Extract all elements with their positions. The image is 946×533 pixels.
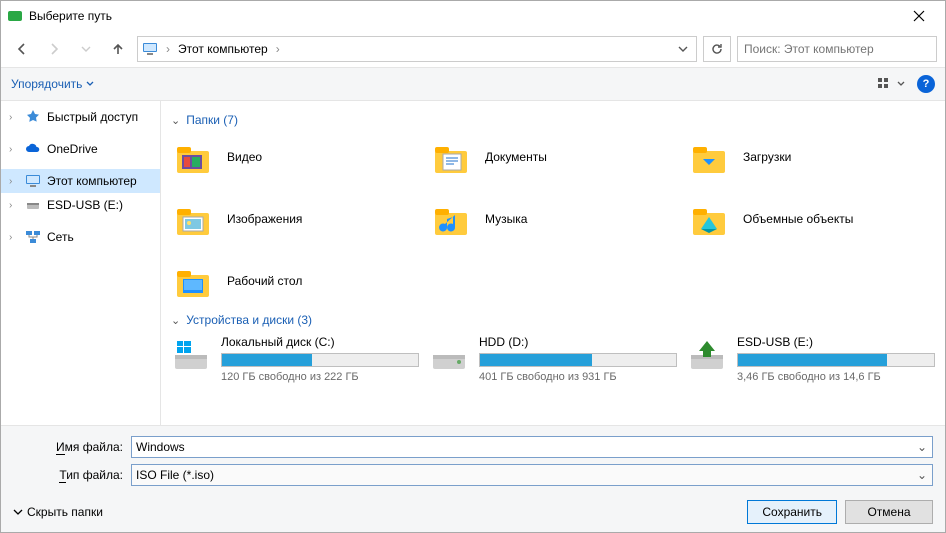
folder-label: Музыка (485, 212, 527, 226)
footer: Имя файла: ⌄ Тип файла: ⌄ Скрыть папки С… (1, 425, 945, 532)
folder-icon (687, 137, 731, 177)
group-header-folders[interactable]: ⌄ Папки (7) (171, 113, 935, 127)
folder-icon (171, 137, 215, 177)
hide-folders-toggle[interactable]: Скрыть папки (13, 505, 103, 519)
hide-folders-label: Скрыть папки (27, 505, 103, 519)
filename-label: Имя файла: (13, 440, 123, 454)
folder-label: Изображения (227, 212, 302, 226)
folder-icon (429, 137, 473, 177)
up-button[interactable] (105, 36, 131, 62)
drive-usage-bar (479, 353, 677, 367)
drive-icon (171, 335, 211, 375)
group-title: Устройства и диски (3) (186, 313, 312, 327)
sidebar: › Быстрый доступ › OneDrive › Этот компь… (1, 101, 161, 425)
refresh-button[interactable] (703, 36, 731, 62)
folder-icon (687, 199, 731, 239)
address-dropdown[interactable] (674, 44, 692, 54)
breadcrumb-item[interactable]: Этот компьютер (178, 42, 268, 56)
drive-free-text: 120 ГБ свободно из 222 ГБ (221, 371, 419, 383)
expand-icon: › (9, 112, 19, 123)
sidebar-item-label: Этот компьютер (47, 174, 137, 188)
close-button[interactable] (899, 2, 939, 30)
folder-icon (171, 199, 215, 239)
sidebar-item-usb[interactable]: › ESD-USB (E:) (1, 193, 160, 217)
drive-item[interactable]: Локальный диск (C:) 120 ГБ свободно из 22… (171, 335, 419, 383)
filename-input[interactable] (131, 436, 933, 458)
help-button[interactable]: ? (917, 75, 935, 93)
view-options-button[interactable] (878, 77, 905, 91)
chevron-down-icon: ⌄ (171, 314, 180, 327)
network-icon (25, 229, 41, 245)
drive-free-text: 3,46 ГБ свободно из 14,6 ГБ (737, 371, 935, 383)
window-title: Выберите путь (29, 9, 112, 23)
sidebar-item-label: Быстрый доступ (47, 110, 138, 124)
search-box[interactable] (737, 36, 937, 62)
drive-free-text: 401 ГБ свободно из 931 ГБ (479, 371, 677, 383)
drive-icon (687, 335, 727, 375)
drive-name: HDD (D:) (479, 335, 677, 349)
group-title: Папки (7) (186, 113, 238, 127)
search-input[interactable] (744, 42, 930, 56)
sidebar-item-label: Сеть (47, 230, 74, 244)
drive-name: ESD-USB (E:) (737, 335, 935, 349)
expand-icon: › (9, 176, 19, 187)
back-button[interactable] (9, 36, 35, 62)
content-pane: ⌄ Папки (7) Видео Документы Загрузки Изобра… (161, 101, 945, 425)
address-bar[interactable]: › Этот компьютер › (137, 36, 697, 62)
organize-label: Упорядочить (11, 77, 82, 91)
chevron-right-icon: › (276, 42, 280, 56)
group-header-drives[interactable]: ⌄ Устройства и диски (3) (171, 313, 935, 327)
folder-item[interactable]: Документы (429, 135, 677, 179)
drive-usage-bar (221, 353, 419, 367)
expand-icon: › (9, 200, 19, 211)
pc-icon (25, 173, 41, 189)
folder-label: Объемные объекты (743, 212, 853, 226)
drive-item[interactable]: ESD-USB (E:) 3,46 ГБ свободно из 14,6 ГБ (687, 335, 935, 383)
chevron-down-icon (13, 507, 23, 517)
chevron-down-icon (86, 80, 94, 88)
sidebar-item-label: ESD-USB (E:) (47, 198, 123, 212)
folder-label: Рабочий стол (227, 274, 302, 288)
filetype-label: Тип файла: (13, 468, 123, 482)
folder-icon (429, 199, 473, 239)
folder-item[interactable]: Загрузки (687, 135, 935, 179)
sidebar-item-label: OneDrive (47, 142, 98, 156)
chevron-down-icon (897, 80, 905, 88)
folder-label: Документы (485, 150, 547, 164)
drive-item[interactable]: HDD (D:) 401 ГБ свободно из 931 ГБ (429, 335, 677, 383)
cancel-button[interactable]: Отмена (845, 500, 933, 524)
pc-icon (142, 41, 158, 57)
usb-icon (25, 197, 41, 213)
titlebar: Выберите путь (1, 1, 945, 31)
drive-icon (429, 335, 469, 375)
filetype-select[interactable] (131, 464, 933, 486)
toolbar: Упорядочить ? (1, 67, 945, 101)
folder-icon (171, 261, 215, 301)
folder-label: Загрузки (743, 150, 791, 164)
folder-label: Видео (227, 150, 262, 164)
drive-usage-bar (737, 353, 935, 367)
folder-item[interactable]: Изображения (171, 197, 419, 241)
sidebar-item-onedrive[interactable]: › OneDrive (1, 137, 160, 161)
sidebar-item-quick-access[interactable]: › Быстрый доступ (1, 105, 160, 129)
chevron-right-icon: › (166, 42, 170, 56)
recent-dropdown[interactable] (73, 36, 99, 62)
chevron-down-icon: ⌄ (171, 114, 180, 127)
sidebar-item-network[interactable]: › Сеть (1, 225, 160, 249)
app-icon (7, 8, 23, 24)
folder-item[interactable]: Рабочий стол (171, 259, 419, 303)
star-icon (25, 109, 41, 125)
folder-item[interactable]: Музыка (429, 197, 677, 241)
expand-icon: › (9, 144, 19, 155)
forward-button[interactable] (41, 36, 67, 62)
sidebar-item-this-pc[interactable]: › Этот компьютер (1, 169, 160, 193)
organize-menu[interactable]: Упорядочить (11, 77, 94, 91)
drive-name: Локальный диск (C:) (221, 335, 419, 349)
folder-item[interactable]: Объемные объекты (687, 197, 935, 241)
folder-item[interactable]: Видео (171, 135, 419, 179)
expand-icon: › (9, 232, 19, 243)
nav-row: › Этот компьютер › (1, 31, 945, 67)
save-button[interactable]: Сохранить (747, 500, 837, 524)
cloud-icon (25, 141, 41, 157)
